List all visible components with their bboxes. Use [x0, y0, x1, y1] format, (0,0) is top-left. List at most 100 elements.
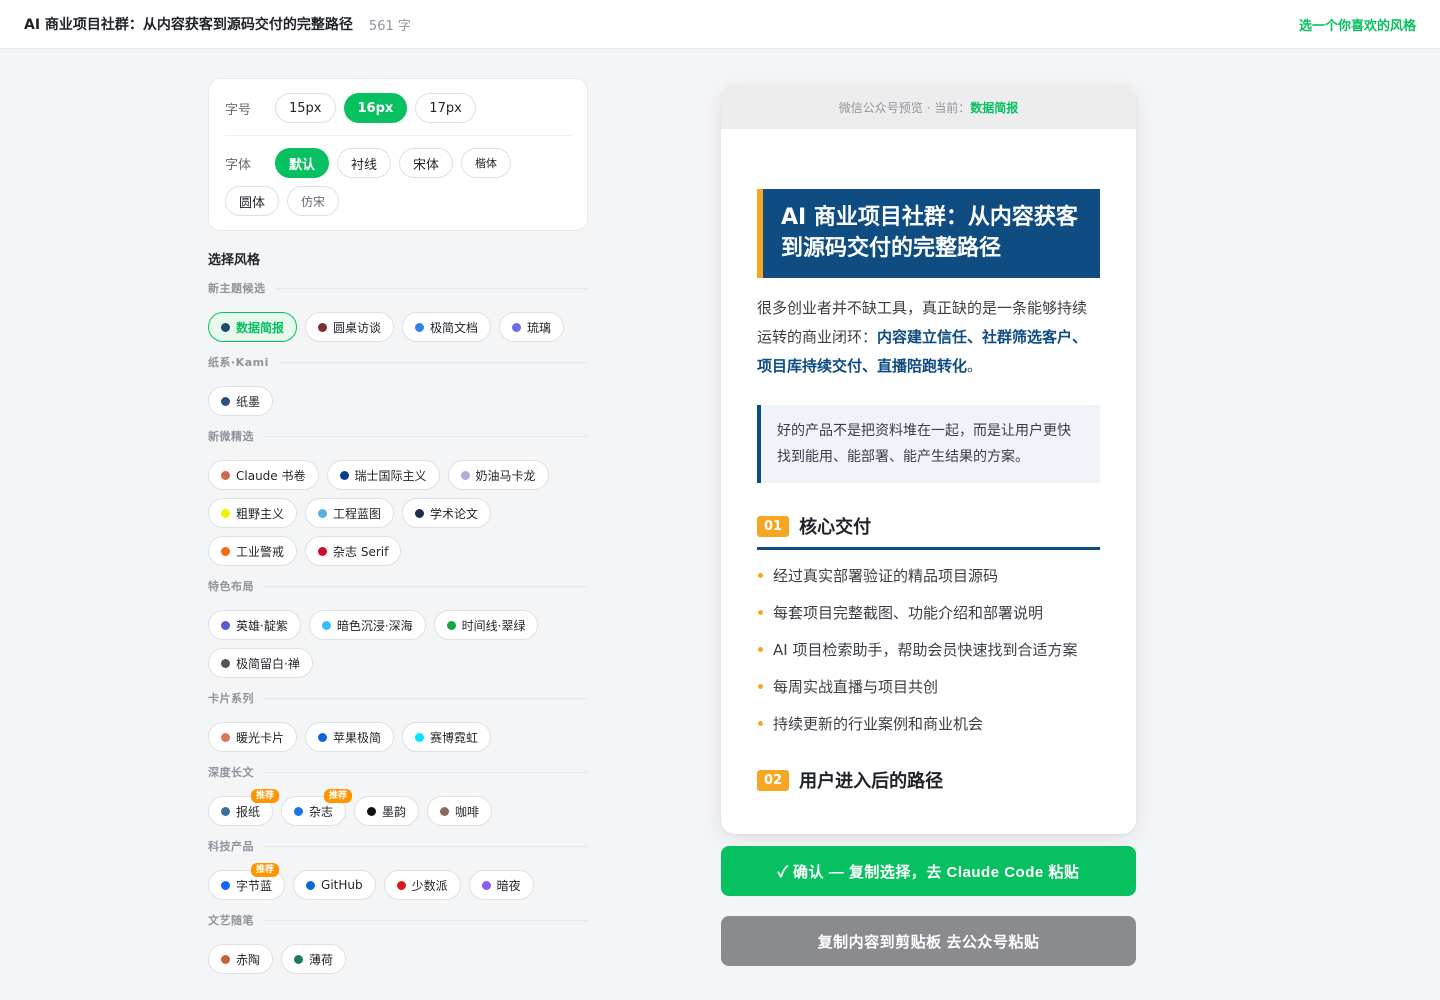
list-item: 持续更新的行业案例和商业机会 [757, 710, 1100, 739]
style-chip[interactable]: 报纸 推荐 [208, 789, 280, 826]
style-group-label: 特色布局 [208, 580, 254, 593]
style-chip-list: 报纸 推荐 杂志 推荐 墨韵 咖啡 [208, 789, 588, 826]
font-option-kai[interactable]: 楷体 [461, 148, 512, 178]
style-chip-label: 暖光卡片 [236, 730, 285, 745]
style-chip-label: 圆桌访谈 [333, 320, 382, 335]
style-color-dot-icon [221, 954, 230, 964]
confirm-button[interactable]: ✓ 确认 — 复制选择，去 Claude Code 粘贴 [721, 846, 1136, 896]
style-chip-label: 粗野主义 [236, 506, 285, 521]
font-option-serif[interactable]: 衬线 [337, 148, 392, 178]
style-chip[interactable]: 时间线·翠绿 [433, 610, 539, 640]
style-chip[interactable]: 墨韵 [354, 796, 420, 826]
style-color-dot-icon [415, 732, 425, 742]
style-chip[interactable]: 暖光卡片 [208, 722, 298, 752]
style-group-label: 纸系·Kami [208, 356, 269, 369]
style-chip[interactable]: 杂志 Serif [305, 536, 402, 566]
style-color-dot-icon [415, 322, 425, 332]
style-chip[interactable]: 赛博霓虹 [402, 722, 492, 752]
style-chip-label: 瑞士国际主义 [354, 468, 427, 483]
style-group-title: 新主题候选 [208, 280, 588, 296]
style-chip[interactable]: 暗色沉浸·深海 [308, 610, 426, 640]
style-chip[interactable]: 暗夜 [468, 870, 534, 900]
style-chip-label: 薄荷 [309, 952, 334, 967]
style-group-label: 文艺随笔 [208, 914, 254, 927]
style-chip-list: 英雄·靛紫 暗色沉浸·深海 时间线·翠绿极简留白·禅 [208, 610, 588, 678]
intro-end: 。 [967, 357, 983, 375]
article-intro: 很多创业者并不缺工具，真正缺的是一条能够持续运转的商业闭环：内容建立信任、社群筛… [757, 294, 1100, 381]
style-chip[interactable]: Claude 书卷 [208, 460, 319, 490]
style-chip[interactable]: 极简留白·禅 [208, 648, 313, 678]
style-chip-label: 杂志 Serif [333, 544, 389, 559]
style-color-dot-icon [460, 470, 470, 480]
style-chip[interactable]: 数据简报 [208, 312, 298, 342]
style-chip[interactable]: 字节蓝 推荐 [208, 863, 286, 900]
divider [264, 697, 588, 699]
copy-to-clipboard-button[interactable]: 复制内容到剪贴板 去公众号粘贴 [721, 916, 1136, 966]
style-chip[interactable]: 工程蓝图 [305, 498, 395, 528]
style-chip[interactable]: 圆桌访谈 [305, 312, 395, 342]
style-chip-list: 字节蓝 推荐 GitHub 少数派 暗夜 [208, 863, 588, 900]
style-chip-list: 暖光卡片 苹果极简 赛博霓虹 [208, 722, 588, 752]
font-option-default[interactable]: 默认 [275, 148, 330, 178]
style-chip-label: 英雄·靛紫 [236, 618, 288, 633]
font-size-option-16[interactable]: 16px [343, 93, 408, 123]
style-chip[interactable]: 纸墨 [208, 386, 274, 416]
style-chip-list: Claude 书卷 瑞士国际主义 奶油马卡龙粗野主义 工程蓝图 学术论文工业警戒 杂志 S… [208, 460, 588, 566]
style-chip[interactable]: GitHub [293, 870, 376, 900]
section-title: 核心交付 [799, 517, 872, 538]
style-chip[interactable]: 奶油马卡龙 [447, 460, 549, 490]
wechat-preview[interactable]: 微信公众号预览 · 当前： 数据简报 AI 商业项目社群：从内容获客到源码交付的… [721, 85, 1136, 834]
style-color-dot-icon [221, 806, 230, 816]
style-chip-label: 报纸 [236, 804, 261, 819]
style-chip-label: 纸墨 [236, 394, 261, 409]
style-color-dot-icon [221, 508, 230, 518]
style-group-label: 科技产品 [208, 840, 254, 853]
font-option-song[interactable]: 宋体 [399, 148, 454, 178]
style-color-dot-icon [318, 546, 328, 556]
style-color-dot-icon [221, 620, 230, 630]
font-option-round[interactable]: 圆体 [225, 186, 280, 216]
style-color-dot-icon [294, 954, 304, 964]
style-chip[interactable]: 工业警戒 [208, 536, 298, 566]
style-chip[interactable]: 赤陶 [208, 944, 274, 974]
style-chip-label: 工业警戒 [236, 544, 285, 559]
style-chip[interactable]: 咖啡 [427, 796, 493, 826]
style-chip-label: 暗夜 [496, 878, 521, 893]
style-chip[interactable]: 琉璃 [499, 312, 565, 342]
style-chip[interactable]: 杂志 推荐 [281, 789, 353, 826]
style-chip-list: 数据简报 圆桌访谈 极简文档 琉璃 [208, 312, 588, 342]
typography-settings-card: 字号 15px 16px 17px 字体 默认 衬线 宋体 楷体 圆体 仿宋 [208, 78, 588, 231]
section-title: 用户进入后的路径 [799, 771, 944, 792]
style-color-dot-icon [221, 546, 230, 556]
font-size-option-17[interactable]: 17px [415, 93, 476, 123]
divider [264, 435, 588, 437]
list-item: AI 项目检索助手，帮助会员快速找到合适方案 [757, 636, 1100, 665]
style-section-heading: 选择风格 [208, 253, 261, 268]
font-option-fangsong[interactable]: 仿宋 [287, 186, 340, 216]
style-chip[interactable]: 苹果极简 [305, 722, 395, 752]
style-chip[interactable]: 粗野主义 [208, 498, 298, 528]
style-group-title: 卡片系列 [208, 690, 588, 706]
font-family-row: 字体 默认 衬线 宋体 楷体 圆体 仿宋 [225, 136, 571, 216]
style-chip[interactable]: 极简文档 [402, 312, 492, 342]
font-size-option-15[interactable]: 15px [275, 93, 336, 123]
article-title: AI 商业项目社群：从内容获客到源码交付的完整路径 [757, 189, 1100, 278]
style-chip-list: 纸墨 [208, 386, 588, 416]
style-group-title: 深度长文 [208, 764, 588, 780]
divider [275, 287, 588, 289]
style-chip[interactable]: 学术论文 [402, 498, 492, 528]
style-chip[interactable]: 瑞士国际主义 [326, 460, 440, 490]
article-body: AI 商业项目社群：从内容获客到源码交付的完整路径 很多创业者并不缺工具，真正缺… [721, 129, 1136, 801]
style-chip[interactable]: 英雄·靛紫 [208, 610, 301, 640]
style-color-dot-icon [318, 508, 328, 518]
style-chip[interactable]: 少数派 [383, 870, 461, 900]
style-chip-label: 赛博霓虹 [430, 730, 479, 745]
style-chip-label: 极简文档 [430, 320, 479, 335]
section-heading-2: 02 用户进入后的路径 [757, 767, 1100, 801]
style-chip-label: 杂志 [309, 804, 334, 819]
style-chip-label: 苹果极简 [333, 730, 382, 745]
style-chip[interactable]: 薄荷 [281, 944, 347, 974]
style-chip-list: 赤陶 薄荷 [208, 944, 588, 974]
recommended-badge: 推荐 [251, 789, 280, 803]
style-hint: 选一个你喜欢的风格 [1298, 18, 1416, 34]
